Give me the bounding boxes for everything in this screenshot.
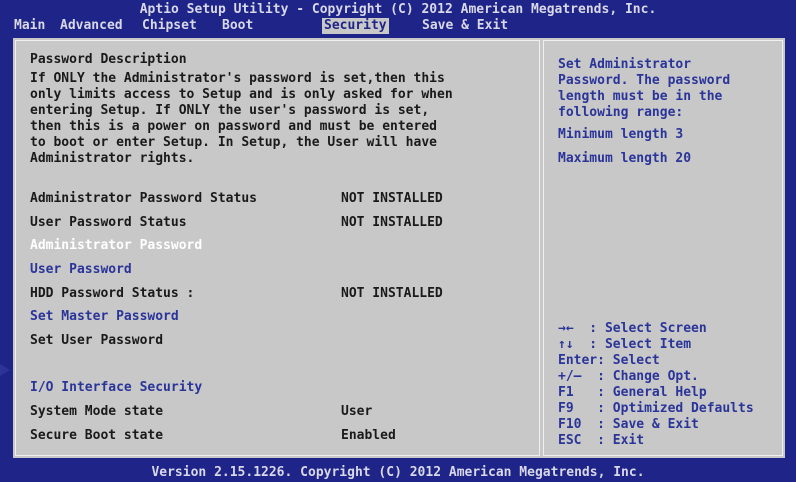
set-master-password-item[interactable]: Set Master Password <box>30 309 179 325</box>
tab-advanced[interactable]: Advanced <box>58 18 125 34</box>
help-line: following range: <box>558 105 684 120</box>
help-max-length: Maximum length 20 <box>558 151 692 166</box>
tab-main[interactable]: Main <box>12 18 47 34</box>
key-hint: ESC : Exit <box>558 433 645 448</box>
description-line: If ONLY the Administrator's password is … <box>30 71 445 86</box>
hdd-password-status-value: NOT INSTALLED <box>341 286 443 301</box>
administrator-password-item[interactable]: Administrator Password <box>30 238 202 254</box>
io-interface-security-item[interactable]: I/O Interface Security <box>30 380 202 396</box>
description-line: then this is a power on password and mus… <box>30 119 437 134</box>
help-panel: Set Administrator Password. The password… <box>543 40 783 456</box>
description-line: Administrator rights. <box>30 151 195 166</box>
secure-boot-state-value: Enabled <box>341 428 396 443</box>
tab-save-exit[interactable]: Save & Exit <box>420 18 510 34</box>
description-line: to boot or enter Setup. In Setup, the Us… <box>30 135 437 150</box>
hdd-password-status-label: HDD Password Status : <box>30 286 195 301</box>
admin-password-status-value: NOT INSTALLED <box>341 191 443 206</box>
tab-security[interactable]: Security <box>322 18 389 34</box>
system-mode-state-value: User <box>341 404 373 419</box>
admin-password-status-label: Administrator Password Status <box>30 191 257 206</box>
description-title: Password Description <box>30 52 187 67</box>
user-password-status-value: NOT INSTALLED <box>341 215 443 230</box>
tab-boot[interactable]: Boot <box>220 18 255 34</box>
description-line: entering Setup. If ONLY the user's passw… <box>30 103 430 118</box>
submenu-arrow-icon <box>0 364 10 376</box>
key-hint: Enter: Select <box>558 353 660 368</box>
system-mode-state-label: System Mode state <box>30 404 164 419</box>
user-password-status-label: User Password Status <box>30 215 187 230</box>
header-title: Aptio Setup Utility - Copyright (C) 2012… <box>139 2 657 17</box>
tab-chipset[interactable]: Chipset <box>140 18 199 34</box>
user-password-item[interactable]: User Password <box>30 262 132 278</box>
key-hint: F1 : General Help <box>558 385 707 400</box>
key-hint: +/— : Change Opt. <box>558 369 699 384</box>
description-line: only limits access to Setup and is only … <box>30 87 453 102</box>
footer-version: Version 2.15.1226. Copyright (C) 2012 Am… <box>151 465 645 480</box>
secure-boot-state-label: Secure Boot state <box>30 428 164 443</box>
help-line: length must be in the <box>558 89 723 104</box>
main-panel: Password Description If ONLY the Adminis… <box>15 40 540 456</box>
key-hint: →← : Select Screen <box>558 321 707 336</box>
key-hint: F10 : Save & Exit <box>558 417 699 432</box>
key-hint: ↑↓ : Select Item <box>558 337 692 352</box>
set-user-password-item: Set User Password <box>30 333 164 348</box>
help-line: Password. The password <box>558 73 731 88</box>
key-hint: F9 : Optimized Defaults <box>558 401 754 416</box>
help-line: Set Administrator <box>558 57 692 72</box>
help-min-length: Minimum length 3 <box>558 127 684 142</box>
